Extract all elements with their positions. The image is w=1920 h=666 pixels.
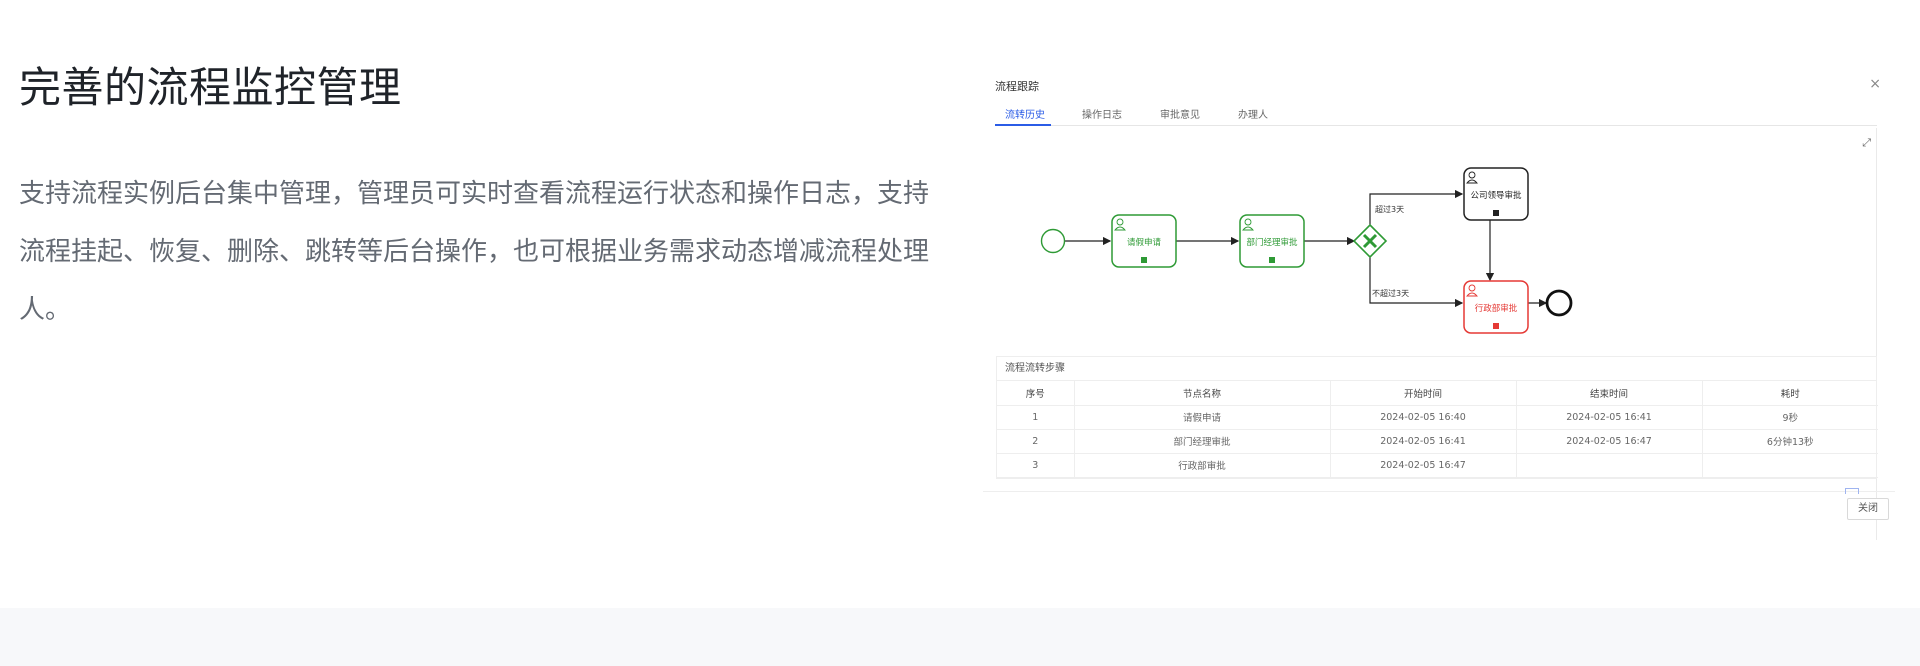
flow-steps-table: 流程流转步骤 序号 节点名称 开始时间 结束时间 耗时 1 请假申请 2024-… — [996, 356, 1878, 479]
steps-table: 序号 节点名称 开始时间 结束时间 耗时 1 请假申请 2024-02-05 1… — [997, 381, 1878, 478]
cell-end-time: 2024-02-05 16:41 — [1516, 405, 1703, 430]
node-gm[interactable]: 公司领导审批 — [1463, 167, 1529, 221]
cell-duration: 9秒 — [1702, 405, 1878, 430]
condition-over-label: 超过3天 — [1375, 204, 1404, 214]
column-header: 耗时 — [1702, 381, 1878, 406]
node-dept[interactable]: 部门经理审批 — [1239, 214, 1305, 268]
process-tracking-dialog: 流程跟踪 × 流转历史 操作日志 审批意见 办理人 ⤢ 请假申请 部门经理审批 … — [983, 68, 1895, 540]
cell-index: 2 — [997, 429, 1075, 454]
close-button[interactable]: 关闭 — [1847, 498, 1889, 520]
process-diagram: 请假申请 部门经理审批 公司领导审批 行政部审批 超过3天 不超过3天 — [1040, 167, 1573, 334]
cell-index: 1 — [997, 405, 1075, 430]
tab-handlers[interactable]: 办理人 — [1238, 106, 1268, 121]
cell-start-time: 2024-02-05 16:47 — [1330, 453, 1517, 478]
dialog-title: 流程跟踪 — [995, 80, 1039, 93]
tab-operation-log[interactable]: 操作日志 — [1082, 106, 1122, 121]
table-row: 2 部门经理审批 2024-02-05 16:41 2024-02-05 16:… — [997, 429, 1878, 454]
tab-flow-history[interactable]: 流转历史 — [1005, 106, 1045, 121]
cell-duration — [1702, 453, 1878, 478]
feature-description: 支持流程实例后台集中管理，管理员可实时查看流程运行状态和操作日志，支持流程挂起、… — [19, 178, 930, 325]
column-header: 结束时间 — [1516, 381, 1703, 406]
node-admin[interactable]: 行政部审批 — [1463, 280, 1529, 334]
cell-end-time: 2024-02-05 16:47 — [1516, 429, 1703, 454]
column-header: 节点名称 — [1074, 381, 1331, 406]
table-row: 1 请假申请 2024-02-05 16:40 2024-02-05 16:41… — [997, 405, 1878, 430]
end-event — [1545, 289, 1573, 317]
node-gm-label: 公司领导审批 — [1470, 190, 1522, 201]
column-header: 开始时间 — [1330, 381, 1517, 406]
close-icon[interactable]: × — [1869, 76, 1881, 92]
dialog-tabs: 流转历史 操作日志 审批意见 办理人 — [995, 102, 1877, 126]
cell-start-time: 2024-02-05 16:41 — [1330, 429, 1517, 454]
cell-start-time: 2024-02-05 16:40 — [1330, 405, 1517, 430]
start-event — [1040, 228, 1066, 254]
cell-end-time — [1516, 453, 1703, 478]
cell-index: 3 — [997, 453, 1075, 478]
node-admin-label: 行政部审批 — [1475, 303, 1518, 314]
tab-approval-opinions[interactable]: 审批意见 — [1160, 106, 1200, 121]
condition-not-over-label: 不超过3天 — [1372, 288, 1409, 298]
exclusive-gateway — [1352, 223, 1388, 259]
dialog-footer-divider — [983, 491, 1895, 492]
cell-node-name: 行政部审批 — [1074, 453, 1331, 478]
cell-node-name: 部门经理审批 — [1074, 429, 1331, 454]
feature-text: 完善的流程监控管理 支持流程实例后台集中管理，管理员可实时查看流程运行状态和操作… — [19, 60, 949, 339]
cell-node-name: 请假申请 — [1074, 405, 1331, 430]
page: 完善的流程监控管理 支持流程实例后台集中管理，管理员可实时查看流程运行状态和操作… — [0, 0, 1920, 666]
node-dept-label: 部门经理审批 — [1246, 237, 1298, 248]
footer-band — [0, 608, 1920, 666]
table-row: 3 行政部审批 2024-02-05 16:47 — [997, 453, 1878, 478]
node-apply[interactable]: 请假申请 — [1111, 214, 1177, 268]
cell-duration: 6分钟13秒 — [1702, 429, 1878, 454]
table-header-row: 序号 节点名称 开始时间 结束时间 耗时 — [997, 381, 1878, 406]
node-apply-label: 请假申请 — [1127, 237, 1162, 248]
steps-title: 流程流转步骤 — [997, 357, 1876, 381]
feature-headline: 完善的流程监控管理 — [19, 63, 402, 112]
scroll-handle[interactable] — [1845, 488, 1859, 494]
active-tab-indicator — [995, 124, 1051, 126]
column-header: 序号 — [997, 381, 1075, 406]
